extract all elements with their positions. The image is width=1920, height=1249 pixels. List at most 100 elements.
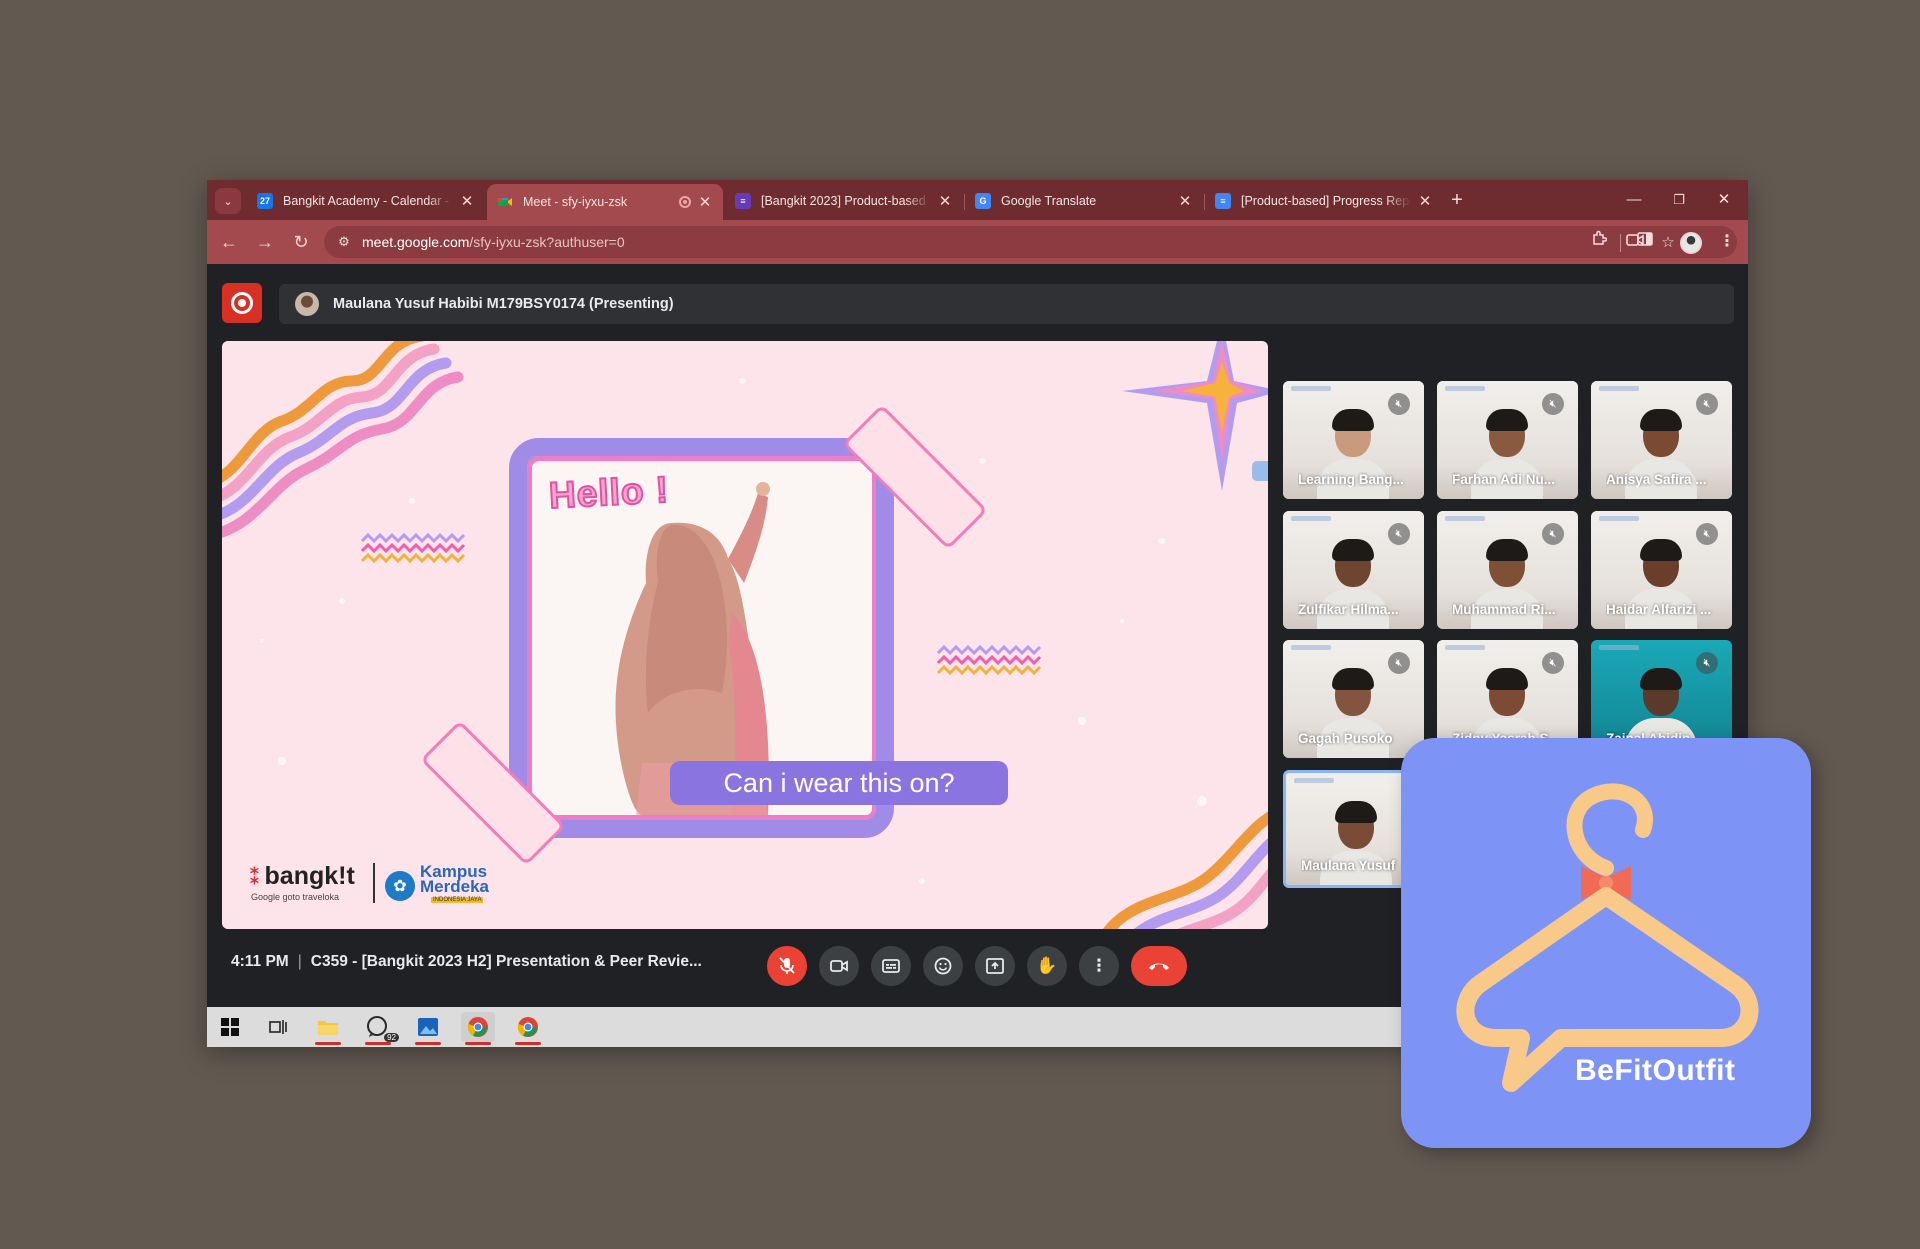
virtual-background-logos [1599, 386, 1639, 391]
site-info-icon[interactable]: ⚙ [334, 232, 354, 252]
window-close-icon[interactable]: ✕ [1704, 188, 1744, 212]
captions-button[interactable] [871, 946, 911, 986]
mic-muted-icon: 🔇︎ [1388, 523, 1410, 545]
virtual-background-logos [1291, 645, 1331, 650]
tab-forms[interactable]: ≡ [Bangkit 2023] Product-based C ✕ [725, 185, 963, 216]
virtual-background-logos [1445, 386, 1485, 391]
participant-tile[interactable]: 🔇︎ Haidar Alfarizi ... [1591, 511, 1732, 629]
kampus-merdeka-sub: INDONESIA JAYA [431, 897, 484, 903]
photos-icon[interactable] [411, 1012, 445, 1045]
chrome-icon[interactable] [461, 1012, 495, 1045]
tab-label: Bangkit Academy - Calendar - I [283, 193, 453, 208]
participant-tile[interactable]: 🔇︎ Anisya Safira ... [1591, 381, 1732, 499]
docs-icon: ≡ [1215, 192, 1231, 209]
app-running-indicator [315, 1042, 341, 1045]
task-view-icon[interactable] [261, 1012, 295, 1042]
participant-tile[interactable]: 🔇︎ Muhammad Ri... [1437, 511, 1578, 629]
mic-muted-icon: 🔇︎ [1388, 652, 1410, 674]
participant-video [1320, 801, 1392, 885]
app-running-indicator [365, 1042, 391, 1045]
mic-muted-icon: 🔇︎ [1542, 393, 1564, 415]
raise-hand-button[interactable]: ✋ [1027, 946, 1067, 986]
present-button[interactable] [975, 946, 1015, 986]
participant-name: Learning Bang... [1298, 472, 1404, 487]
participant-name: Maulana Yusuf [1301, 858, 1396, 873]
participant-name: Anisya Safira ... [1606, 472, 1707, 487]
tab-meet[interactable]: Meet - sfy-iyxu-zsk ✕ [487, 184, 723, 220]
url-text[interactable]: meet.google.com/sfy-iyxu-zsk?authuser=0 [362, 234, 625, 250]
tab-label: [Bangkit 2023] Product-based C [761, 193, 931, 208]
mic-off-button[interactable] [767, 946, 807, 986]
virtual-background-logos [1445, 645, 1485, 650]
close-icon[interactable]: ✕ [459, 192, 475, 210]
participant-name: Zulfikar Hilma... [1298, 602, 1399, 617]
captions-icon [882, 959, 900, 973]
profile-avatar[interactable] [1680, 232, 1702, 254]
reactions-button[interactable] [923, 946, 963, 986]
virtual-background-logos [1445, 516, 1485, 521]
participant-tile[interactable]: 🔇︎ Zulfikar Hilma... [1283, 511, 1424, 629]
close-icon[interactable]: ✕ [697, 193, 713, 211]
virtual-background-logos [1599, 645, 1639, 650]
camera-button[interactable] [819, 946, 859, 986]
tab-label: Meet - sfy-iyxu-zsk [523, 195, 628, 209]
meeting-time: 4:11 PM [231, 953, 289, 970]
befitoutfit-logo-card: BeFitOutfit [1401, 738, 1811, 1148]
record-icon [231, 292, 253, 314]
tab-label: Google Translate [1001, 193, 1097, 208]
bangkit-logo-text: bangk!t [264, 862, 355, 890]
mic-muted-icon: 🔇︎ [1696, 523, 1718, 545]
tab-calendar[interactable]: 27 Bangkit Academy - Calendar - I ✕ [247, 185, 485, 216]
extensions-icon[interactable] [1585, 229, 1613, 255]
close-icon[interactable]: ✕ [1417, 192, 1433, 210]
back-icon[interactable]: ← [215, 228, 243, 256]
slide-hello-text: Hello ! [547, 468, 671, 517]
presentation-slide: Hello ! Can i wear this on? ⁑ bangk!t Goo… [222, 341, 1268, 929]
chevron-down-icon: ⌄ [223, 195, 233, 208]
recording-indicator-button[interactable] [222, 283, 262, 323]
hand-icon: ✋ [1036, 956, 1058, 975]
kampus-merdeka-logo: Kampus Merdeka [420, 863, 489, 895]
presenter-name: Maulana Yusuf Habibi M179BSY0174 (Presen… [333, 296, 674, 312]
tab-translate[interactable]: G Google Translate ✕ [965, 185, 1203, 216]
leave-call-button[interactable] [1131, 946, 1187, 986]
whatsapp-icon[interactable]: 92 [361, 1012, 399, 1045]
participant-name: Gagah Pusoko [1298, 731, 1393, 746]
mic-muted-icon: 🔇︎ [1542, 652, 1564, 674]
more-options-button[interactable]: ⋮ [1079, 946, 1119, 986]
tab-label: [Product-based] Progress Repo [1241, 193, 1411, 208]
browser-toolbar: ← → ↻ ⚙ meet.google.com/sfy-iyxu-zsk?aut… [207, 220, 1748, 264]
meeting-info-separator: | [297, 953, 302, 970]
restore-icon[interactable]: ❐ [1659, 188, 1699, 212]
new-tab-button[interactable]: + [1444, 187, 1470, 213]
minimize-icon[interactable]: — [1614, 188, 1654, 212]
file-explorer-icon[interactable] [311, 1012, 345, 1045]
participant-name: Haidar Alfarizi ... [1606, 602, 1712, 617]
forward-icon[interactable]: → [251, 228, 279, 256]
close-icon[interactable]: ✕ [1177, 192, 1193, 210]
close-icon[interactable]: ✕ [937, 192, 953, 210]
tab-docs[interactable]: ≡ [Product-based] Progress Repo ✕ [1205, 185, 1443, 216]
address-bar[interactable]: ⚙ meet.google.com/sfy-iyxu-zsk?authuser=… [324, 226, 1737, 258]
translate-icon: G [975, 192, 991, 209]
bangkit-logo: ⁑ bangk!t [249, 862, 355, 891]
kampus-merdeka-icon: ✿ [385, 871, 415, 901]
virtual-background-logos [1294, 778, 1334, 783]
hang-up-icon [1149, 963, 1169, 970]
presenter-bar[interactable]: Maulana Yusuf Habibi M179BSY0174 (Presen… [279, 284, 1734, 324]
tab-search-button[interactable]: ⌄ [215, 188, 241, 214]
reload-icon[interactable]: ↻ [287, 228, 315, 256]
participant-tile[interactable]: 🔇︎ Learning Bang... [1283, 381, 1424, 499]
browser-menu-icon[interactable]: ⋮ [1713, 229, 1741, 255]
whatsapp-badge: 92 [384, 1033, 399, 1042]
mic-muted-icon: 🔇︎ [1696, 652, 1718, 674]
participant-tile[interactable]: 🔇︎ Farhan Adi Nu... [1437, 381, 1578, 499]
app-running-indicator [515, 1042, 541, 1045]
side-panel-icon[interactable] [1631, 229, 1659, 255]
bookmark-star-icon[interactable]: ☆ [1657, 232, 1679, 254]
participant-name: Muhammad Ri... [1452, 602, 1556, 617]
windows-start-icon[interactable] [213, 1012, 247, 1042]
tab-strip: ⌄ 27 Bangkit Academy - Calendar - I ✕ Me… [207, 180, 1748, 220]
participant-name: Farhan Adi Nu... [1452, 472, 1556, 487]
chrome-profile-icon[interactable] [511, 1012, 545, 1045]
